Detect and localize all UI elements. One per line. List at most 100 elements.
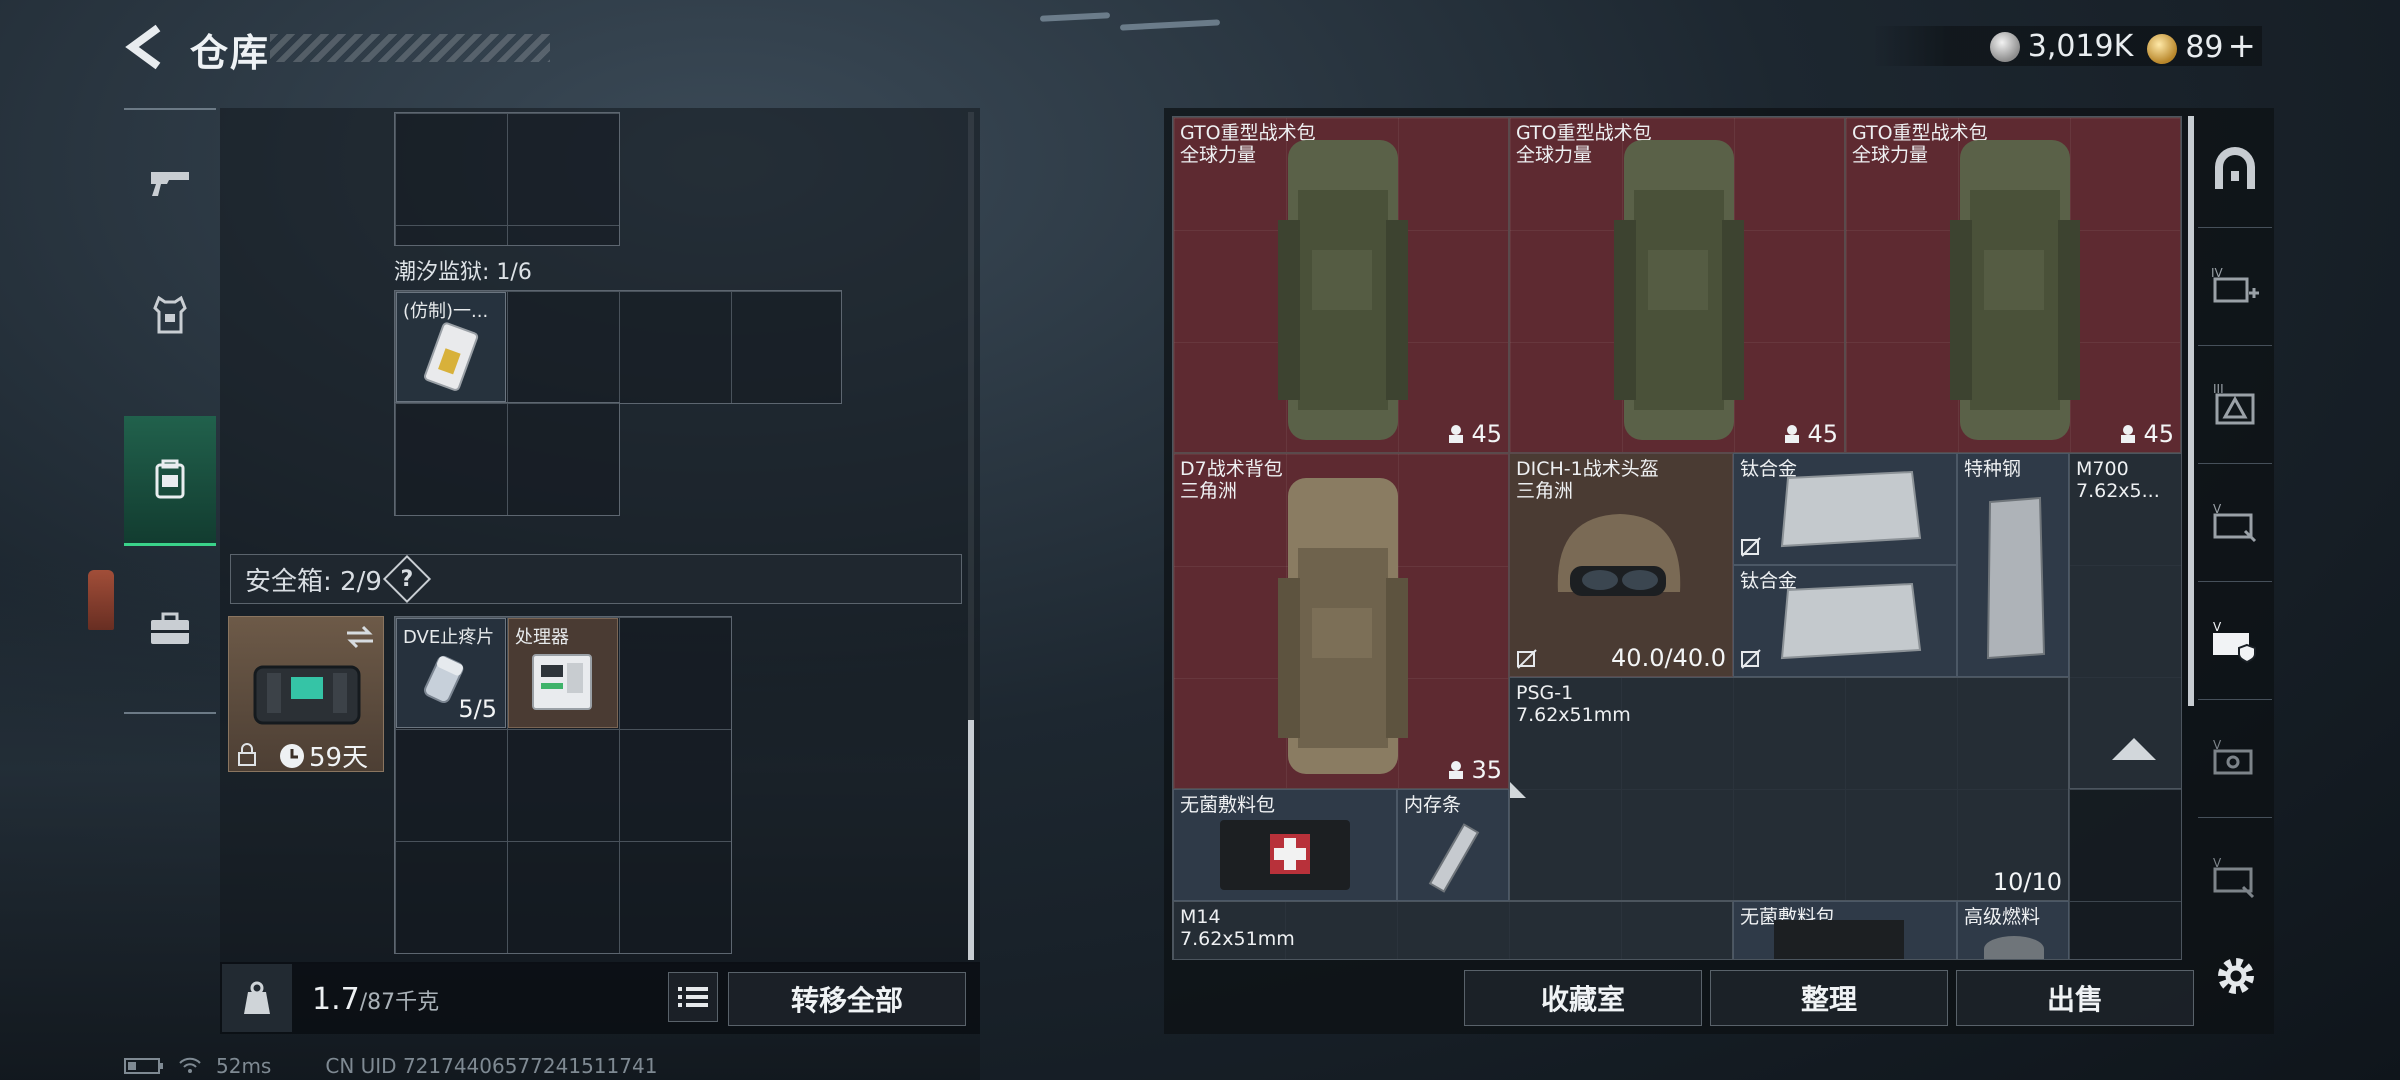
help-icon[interactable]: ? <box>382 554 431 604</box>
warehouse-item[interactable]: 钛合金 <box>1733 565 1957 677</box>
organize-button[interactable]: 整理 <box>1710 970 1948 1026</box>
item-name: 内存条 <box>1404 794 1462 816</box>
warehouse-item[interactable]: DICH-1战术头盔 三角洲 40.0/40.0 <box>1509 453 1733 677</box>
silver-currency: 3,019K <box>1989 29 2133 64</box>
tab-weapons[interactable] <box>124 116 216 246</box>
item-name: (仿制)一... <box>403 301 489 322</box>
storage-link-icon: V <box>2213 856 2255 899</box>
storage-expand-icon: IV <box>2211 266 2259 302</box>
list-view-button[interactable] <box>668 972 718 1022</box>
clock-icon <box>280 743 304 768</box>
sell-button[interactable]: 出售 <box>1956 970 2194 1026</box>
warehouse-scrollbar[interactable] <box>2188 116 2194 706</box>
warehouse-item[interactable]: PSG-1 7.62x51mm 10/10 <box>1509 677 2069 901</box>
item-qty: 5/5 <box>458 695 497 723</box>
storage-warning-icon: III <box>2213 382 2255 424</box>
heavy-backpack-icon <box>1278 140 1408 440</box>
backpack-grid[interactable] <box>394 112 620 246</box>
warehouse-item[interactable]: 特种钢 <box>1957 453 2069 677</box>
armor-icon <box>153 295 187 334</box>
tab-all[interactable] <box>2198 110 2272 228</box>
warehouse-item[interactable]: 钛合金 <box>1733 453 1957 565</box>
no-trade-icon <box>1741 537 1761 557</box>
item-name: 高级燃料 <box>1964 906 2041 928</box>
collection-room-button[interactable]: 收藏室 <box>1464 970 1702 1026</box>
safe-item-painkiller[interactable]: DVE止疼片 5/5 <box>396 618 506 728</box>
swap-icon[interactable] <box>345 625 375 649</box>
gold-currency[interactable]: 89 + <box>2147 26 2256 66</box>
processor-icon <box>532 654 592 710</box>
item-name: PSG-1 7.62x51mm <box>1516 682 1631 726</box>
tab-expansion-3[interactable]: III <box>2198 346 2272 464</box>
item-name: M700 7.62x5... <box>2076 458 2160 502</box>
list-icon <box>678 987 708 1007</box>
item-qty: 45 <box>1783 420 1838 448</box>
warehouse-item[interactable]: GTO重型战术包 全球力量 45 <box>1845 117 2181 453</box>
item-name: M14 7.62x51mm <box>1180 906 1295 950</box>
safe-box-slot[interactable]: 59天 <box>228 616 384 773</box>
tab-armor[interactable] <box>124 250 216 380</box>
briefcase-icon <box>151 612 189 644</box>
warehouse-item[interactable]: 内存条 <box>1397 789 1509 901</box>
safe-item-processor[interactable]: 处理器 <box>508 618 618 728</box>
tidal-prison-item[interactable]: (仿制)一... <box>396 292 506 402</box>
svg-text:III: III <box>2213 382 2224 396</box>
item-qty: 45 <box>1447 420 1502 448</box>
user-lock-icon <box>2121 425 2136 443</box>
tab-expansion-4[interactable]: IV <box>2198 228 2272 346</box>
svg-text:IV: IV <box>2211 266 2224 280</box>
item-qty: 10/10 <box>1992 868 2062 896</box>
status-bar: 52ms CN UID 72174406577241511741 <box>124 1054 657 1078</box>
heavy-backpack-icon <box>1614 140 1744 440</box>
settings-gear-icon[interactable] <box>2212 952 2260 1000</box>
item-durability: 40.0/40.0 <box>1611 644 1726 672</box>
backpack-scrollbar[interactable] <box>968 720 974 960</box>
transfer-all-button[interactable]: 转移全部 <box>728 972 966 1026</box>
back-arrow-icon[interactable] <box>122 22 168 72</box>
warehouse-item[interactable]: D7战术背包 三角洲 35 <box>1173 453 1509 789</box>
user-lock-icon <box>1785 425 1800 443</box>
warehouse-item[interactable]: 无菌敷料包 <box>1173 789 1397 901</box>
tab-expansion-5d[interactable]: V <box>2198 818 2272 936</box>
tab-expansion-5b[interactable]: V <box>2198 582 2272 700</box>
item-name: DVE止疼片 <box>403 627 495 648</box>
battery-icon <box>124 1058 163 1074</box>
warehouse-grid[interactable]: GTO重型战术包 全球力量 45 GTO重型战术包 全球力量 45 GTO重型战术包… <box>1172 116 2182 960</box>
ping: 52ms <box>216 1054 272 1078</box>
no-trade-icon <box>1741 649 1761 669</box>
warehouse-item[interactable]: M14 7.62x51mm <box>1173 901 1733 959</box>
lock-icon <box>238 743 256 766</box>
user-lock-icon <box>1449 761 1464 779</box>
ceiling-light <box>1119 19 1221 31</box>
steel-bar-icon <box>1986 496 2046 660</box>
backpack-weight: 1.7/87千克 <box>312 982 440 1017</box>
tab-backpack[interactable] <box>124 416 216 546</box>
tab-expansion-5a[interactable]: V <box>2198 464 2272 582</box>
fuel-can-icon <box>1984 936 2044 959</box>
tab-cases[interactable] <box>124 564 216 694</box>
warehouse-item[interactable]: M700 7.62x5... <box>2069 453 2181 789</box>
warehouse-item[interactable]: GTO重型战术包 全球力量 45 <box>1173 117 1509 453</box>
user-uid: CN UID 72174406577241511741 <box>325 1054 658 1078</box>
weight-icon-box <box>222 964 292 1032</box>
heavy-backpack-icon <box>1950 140 2080 440</box>
tidal-prison-grid-lower[interactable] <box>394 402 620 516</box>
storage-tool-icon: V <box>2213 502 2257 542</box>
metal-plate-icon <box>1780 470 1922 548</box>
svg-text:V: V <box>2213 856 2222 870</box>
title-decoration <box>270 34 550 62</box>
safe-box-header: 安全箱: 2/9 ? <box>230 554 962 604</box>
user-lock-icon <box>1449 425 1464 443</box>
svg-text:V: V <box>2213 620 2222 634</box>
item-name: 特种钢 <box>1964 458 2022 480</box>
warehouse-item[interactable]: GTO重型战术包 全球力量 45 <box>1509 117 1845 453</box>
safe-case-icon <box>253 665 361 725</box>
gun-icon <box>151 172 189 196</box>
tab-expansion-5c[interactable]: V <box>2198 700 2272 818</box>
add-currency-icon[interactable]: + <box>2228 26 2257 66</box>
currency-bar: 3,019K 89 + <box>1872 26 2262 66</box>
weight-icon <box>244 981 270 1014</box>
safe-box-label: 安全箱: 2/9 <box>245 566 382 597</box>
warehouse-item[interactable]: 高级燃料 <box>1957 901 2069 959</box>
warehouse-item[interactable]: 无菌敷料包 <box>1733 901 1957 959</box>
